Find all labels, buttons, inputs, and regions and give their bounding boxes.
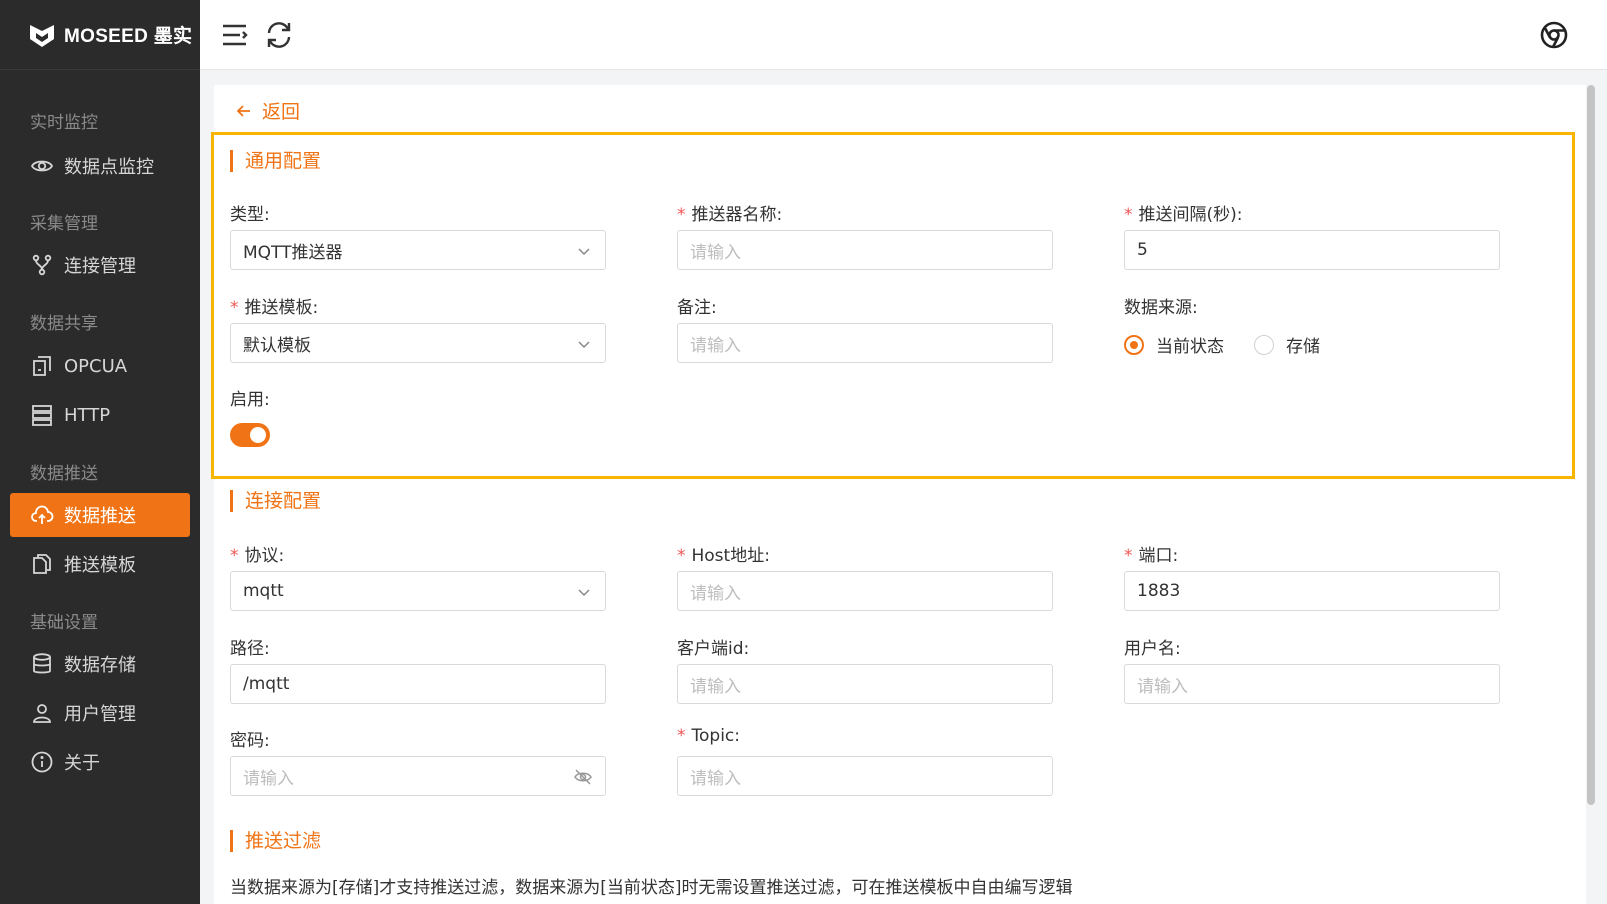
sidebar-item-about[interactable]: 关于 <box>10 740 190 784</box>
client-id-input[interactable]: 请输入 <box>677 664 1053 704</box>
section-title-connection: 连接配置 <box>230 490 321 512</box>
source-radio-group: 当前状态 存储 <box>1124 332 1350 357</box>
radio-storage[interactable]: 存储 <box>1254 332 1320 357</box>
sidebar-item-label: 数据推送 <box>64 506 136 527</box>
client-id-label: 客户端id: <box>677 639 750 659</box>
top-bar <box>200 0 1607 70</box>
chevron-down-icon <box>578 341 590 349</box>
sidebar-item-datapoint-monitor[interactable]: 数据点监控 <box>10 144 190 188</box>
user-icon <box>33 704 51 723</box>
menu-collapse-icon[interactable] <box>220 20 250 50</box>
username-input[interactable]: 请输入 <box>1124 664 1500 704</box>
password-label: 密码: <box>230 731 270 751</box>
general-config-highlight <box>211 132 1575 479</box>
pusher-name-label: * 推送器名称: <box>677 205 783 225</box>
remark-input[interactable]: 请输入 <box>677 323 1053 363</box>
brand-name: MOSEED 墨实 <box>64 26 193 47</box>
topic-label: * Topic: <box>677 726 740 746</box>
branch-icon <box>32 254 52 276</box>
path-label: 路径: <box>230 639 270 659</box>
sidebar-item-label: 连接管理 <box>64 256 136 277</box>
type-select[interactable]: MQTT推送器 <box>230 230 606 270</box>
nav-group-push: 数据推送 <box>30 464 98 484</box>
cloud-upload-icon <box>31 505 54 524</box>
info-icon <box>31 751 53 773</box>
password-input[interactable]: 请输入 <box>230 756 606 796</box>
filter-note: 当数据来源为[存储]才支持推送过滤，数据来源为[当前状态]时无需设置推送过滤，可… <box>230 878 1073 898</box>
port-input[interactable]: 1883 <box>1124 571 1500 611</box>
template-value: 默认模板 <box>243 335 311 356</box>
interval-label: * 推送间隔(秒): <box>1124 205 1243 225</box>
chevron-down-icon <box>578 589 590 597</box>
nav-group-share: 数据共享 <box>30 314 98 334</box>
copy-icon <box>33 554 51 574</box>
back-link[interactable]: 返回 <box>236 97 300 124</box>
nav-group-collect: 采集管理 <box>30 214 98 234</box>
protocol-select[interactable]: mqtt <box>230 571 606 611</box>
username-label: 用户名: <box>1124 639 1181 659</box>
brand-logo[interactable]: MOSEED 墨实 <box>0 0 200 70</box>
path-input[interactable]: /mqtt <box>230 664 606 704</box>
section-title-general: 通用配置 <box>230 150 321 172</box>
sidebar-item-label: OPCUA <box>64 355 128 377</box>
nav-group-basic: 基础设置 <box>30 613 98 633</box>
protocol-value: mqtt <box>243 581 284 601</box>
type-label: 类型: <box>230 205 270 225</box>
sidebar-item-push-template[interactable]: 推送模板 <box>10 542 190 586</box>
sidebar-item-http[interactable]: HTTP <box>10 393 190 437</box>
moseed-logo-icon <box>30 24 54 47</box>
topic-input[interactable]: 请输入 <box>677 756 1053 796</box>
database-icon <box>33 653 51 674</box>
sidebar-item-label: 推送模板 <box>64 555 136 576</box>
back-label: 返回 <box>262 101 301 123</box>
host-input[interactable]: 请输入 <box>677 571 1053 611</box>
section-title-filter: 推送过滤 <box>230 830 321 852</box>
eye-icon <box>30 160 54 172</box>
arrow-left-icon <box>236 104 250 117</box>
enable-toggle[interactable] <box>230 423 270 447</box>
template-select[interactable]: 默认模板 <box>230 323 606 363</box>
radio-unchecked-icon <box>1254 334 1274 355</box>
scrollbar-thumb[interactable] <box>1587 85 1595 805</box>
server-icon <box>32 405 52 426</box>
port-label: * 端口: <box>1124 546 1179 566</box>
sidebar-item-label: 关于 <box>64 753 100 774</box>
enable-label: 启用: <box>230 390 270 410</box>
sidebar-item-label: HTTP <box>64 404 111 426</box>
sidebar-item-opcua[interactable]: OPCUA <box>10 344 190 388</box>
sidebar-item-label: 数据点监控 <box>64 157 154 178</box>
refresh-icon[interactable] <box>264 20 294 50</box>
sidebar-item-label: 数据存储 <box>64 655 136 676</box>
opcua-icon <box>33 356 51 376</box>
template-label: * 推送模板: <box>230 298 319 318</box>
radio-current-state[interactable]: 当前状态 <box>1124 332 1224 357</box>
protocol-label: * 协议: <box>230 546 285 566</box>
sidebar-item-data-push[interactable]: 数据推送 <box>10 493 190 537</box>
chrome-icon[interactable] <box>1539 20 1569 50</box>
sidebar: MOSEED 墨实 实时监控 数据点监控 采集管理 连接管理 数据共享 OPCU… <box>0 0 200 904</box>
host-label: * Host地址: <box>677 546 770 566</box>
interval-input[interactable]: 5 <box>1124 230 1500 270</box>
sidebar-item-user-management[interactable]: 用户管理 <box>10 691 190 735</box>
source-label: 数据来源: <box>1124 298 1198 318</box>
radio-checked-icon <box>1124 334 1144 355</box>
sidebar-item-connection[interactable]: 连接管理 <box>10 243 190 287</box>
remark-label: 备注: <box>677 298 717 318</box>
type-value: MQTT推送器 <box>243 242 343 263</box>
sidebar-item-label: 用户管理 <box>64 704 136 725</box>
eye-off-icon[interactable] <box>573 767 593 787</box>
sidebar-item-data-storage[interactable]: 数据存储 <box>10 642 190 686</box>
pusher-name-input[interactable]: 请输入 <box>677 230 1053 270</box>
nav-group-realtime: 实时监控 <box>30 113 98 133</box>
chevron-down-icon <box>578 248 590 256</box>
